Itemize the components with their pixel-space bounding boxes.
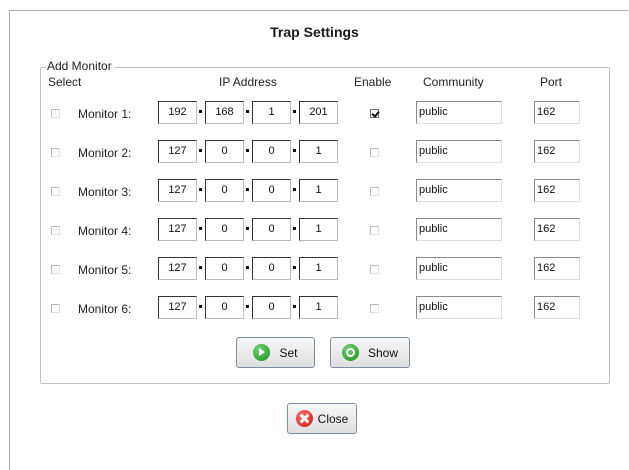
monitor-2-select-checkbox[interactable] — [51, 148, 60, 157]
monitor-6-ip-octet-4[interactable]: 1 — [299, 296, 338, 319]
monitor-4-ip-octet-4[interactable]: 1 — [299, 218, 338, 241]
group-legend: Add Monitor — [46, 59, 114, 73]
monitor-row-3: Monitor 3: 127 0 0 1 public 162 — [0, 179, 629, 205]
monitor-2-ip-octet-2[interactable]: 0 — [205, 140, 244, 163]
monitor-1-ip-octet-1[interactable]: 192 — [158, 101, 197, 124]
monitor-3-port-field[interactable]: 162 — [534, 179, 580, 202]
monitor-3-label: Monitor 3: — [78, 185, 132, 199]
monitor-3-community-field[interactable]: public — [416, 179, 502, 202]
select-column-header: Select — [48, 75, 82, 89]
show-button[interactable]: Show — [330, 337, 410, 368]
monitor-6-ip-octet-2[interactable]: 0 — [205, 296, 244, 319]
monitor-6-enable-checkbox[interactable] — [370, 304, 379, 313]
monitor-1-community-field[interactable]: public — [416, 101, 502, 124]
port-column-header: Port — [540, 75, 563, 89]
monitor-6-community-field[interactable]: public — [416, 296, 502, 319]
monitor-3-ip-octet-3[interactable]: 0 — [252, 179, 291, 202]
monitor-1-port-field[interactable]: 162 — [534, 101, 580, 124]
monitor-4-ip-octet-3[interactable]: 0 — [252, 218, 291, 241]
monitor-5-label: Monitor 5: — [78, 263, 132, 277]
monitor-row-4: Monitor 4: 127 0 0 1 public 162 — [0, 218, 629, 244]
monitor-4-select-checkbox[interactable] — [51, 226, 60, 235]
monitor-5-select-checkbox[interactable] — [51, 265, 60, 274]
monitor-5-port-field[interactable]: 162 — [534, 257, 580, 280]
monitor-6-ip-octet-3[interactable]: 0 — [252, 296, 291, 319]
monitor-6-select-checkbox[interactable] — [51, 304, 60, 313]
ip-dot-separator — [293, 188, 296, 191]
monitor-row-2: Monitor 2: 127 0 0 1 public 162 — [0, 140, 629, 166]
monitor-2-port-field[interactable]: 162 — [534, 140, 580, 163]
monitor-4-ip-octet-2[interactable]: 0 — [205, 218, 244, 241]
ip-dot-separator — [246, 110, 249, 113]
ip-dot-separator — [199, 149, 202, 152]
monitor-1-label: Monitor 1: — [78, 107, 132, 121]
ip-dot-separator — [293, 227, 296, 230]
monitor-4-community-field[interactable]: public — [416, 218, 502, 241]
ip-dot-separator — [293, 149, 296, 152]
close-icon — [295, 410, 313, 427]
ip-dot-separator — [199, 188, 202, 191]
close-button-label: Close — [317, 411, 349, 426]
ip-address-column-header: IP Address — [219, 75, 277, 89]
set-button-label: Set — [279, 345, 298, 360]
monitor-2-ip-octet-4[interactable]: 1 — [299, 140, 338, 163]
show-button-label: Show — [367, 345, 399, 360]
ip-dot-separator — [293, 266, 296, 269]
monitor-6-ip-octet-1[interactable]: 127 — [158, 296, 197, 319]
monitor-2-ip-octet-1[interactable]: 127 — [158, 140, 197, 163]
monitor-4-port-field[interactable]: 162 — [534, 218, 580, 241]
monitor-6-port-field[interactable]: 162 — [534, 296, 580, 319]
ip-dot-separator — [199, 266, 202, 269]
monitor-5-enable-checkbox[interactable] — [370, 265, 379, 274]
ip-dot-separator — [293, 305, 296, 308]
set-button[interactable]: Set — [236, 337, 315, 368]
monitor-5-ip-octet-3[interactable]: 0 — [252, 257, 291, 280]
monitor-1-enable-checkbox[interactable] — [370, 109, 379, 118]
monitor-5-community-field[interactable]: public — [416, 257, 502, 280]
dialog-title: Trap Settings — [270, 24, 359, 40]
monitor-3-ip-octet-2[interactable]: 0 — [205, 179, 244, 202]
monitor-3-ip-octet-1[interactable]: 127 — [158, 179, 197, 202]
monitor-row-1: Monitor 1: 192 168 1 201 public 162 — [0, 101, 629, 127]
monitor-5-ip-octet-4[interactable]: 1 — [299, 257, 338, 280]
monitor-4-ip-octet-1[interactable]: 127 — [158, 218, 197, 241]
ip-dot-separator — [246, 188, 249, 191]
ip-dot-separator — [246, 266, 249, 269]
ip-dot-separator — [293, 110, 296, 113]
monitor-3-select-checkbox[interactable] — [51, 187, 60, 196]
monitor-3-enable-checkbox[interactable] — [370, 187, 379, 196]
monitor-4-label: Monitor 4: — [78, 224, 132, 238]
monitor-2-enable-checkbox[interactable] — [370, 148, 379, 157]
ip-dot-separator — [246, 305, 249, 308]
monitor-5-ip-octet-2[interactable]: 0 — [205, 257, 244, 280]
go-icon — [253, 344, 271, 361]
ip-dot-separator — [199, 227, 202, 230]
monitor-3-ip-octet-4[interactable]: 1 — [299, 179, 338, 202]
community-column-header: Community — [423, 75, 484, 89]
show-icon — [341, 344, 359, 361]
monitor-row-6: Monitor 6: 127 0 0 1 public 162 — [0, 296, 629, 322]
enable-column-header: Enable — [354, 75, 392, 89]
ip-dot-separator — [246, 227, 249, 230]
ip-dot-separator — [246, 149, 249, 152]
ip-dot-separator — [199, 110, 202, 113]
monitor-1-select-checkbox[interactable] — [51, 109, 60, 118]
monitor-1-ip-octet-3[interactable]: 1 — [252, 101, 291, 124]
monitor-2-label: Monitor 2: — [78, 146, 132, 160]
monitor-2-ip-octet-3[interactable]: 0 — [252, 140, 291, 163]
monitor-1-ip-octet-4[interactable]: 201 — [299, 101, 338, 124]
monitor-row-5: Monitor 5: 127 0 0 1 public 162 — [0, 257, 629, 283]
ip-dot-separator — [199, 305, 202, 308]
monitor-2-community-field[interactable]: public — [416, 140, 502, 163]
monitor-6-label: Monitor 6: — [78, 302, 132, 316]
monitor-4-enable-checkbox[interactable] — [370, 226, 379, 235]
close-button[interactable]: Close — [287, 403, 357, 434]
monitor-1-ip-octet-2[interactable]: 168 — [205, 101, 244, 124]
monitor-5-ip-octet-1[interactable]: 127 — [158, 257, 197, 280]
